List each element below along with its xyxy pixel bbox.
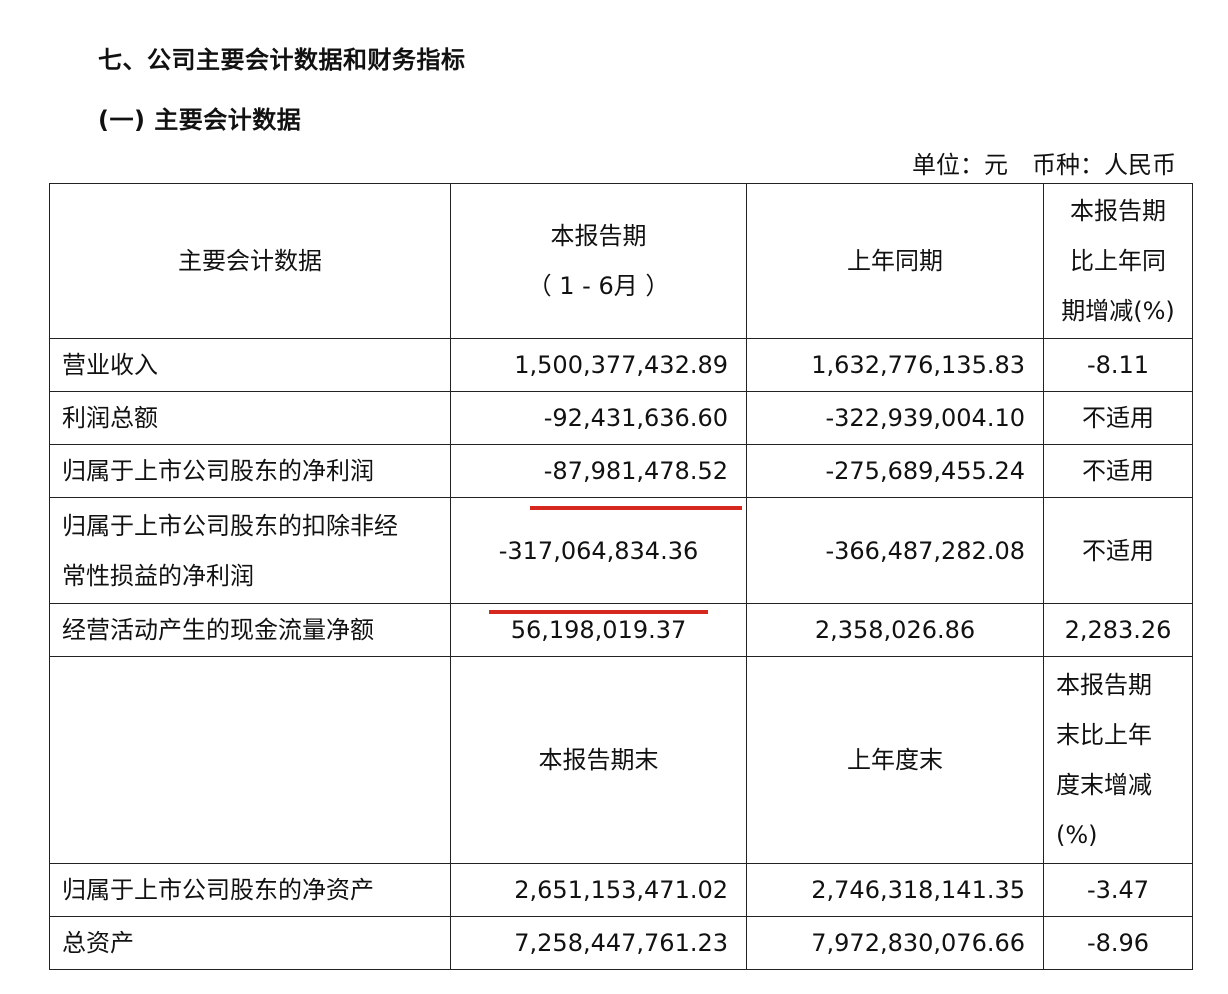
header-prior-year-end: 上年度末 — [746, 656, 1044, 864]
table-row: 营业收入 1,500,377,432.89 1,632,776,135.83 -… — [49, 338, 1193, 392]
row-label: 归属于上市公司股东的净利润 — [49, 444, 451, 498]
header-prior-period: 上年同期 — [746, 183, 1044, 339]
header-main-data: 主要会计数据 — [49, 183, 451, 339]
row-label: 归属于上市公司股东的净资产 — [49, 863, 451, 917]
table-header-row: 主要会计数据 本报告期 （ 1 - 6月 ） 上年同期 本报告期 比上年同 期增… — [49, 183, 1193, 339]
change-value: 2,283.26 — [1043, 603, 1193, 657]
table-row: 归属于上市公司股东的净资产 2,651,153,471.02 2,746,318… — [49, 863, 1193, 917]
prior-value: 2,746,318,141.35 — [746, 863, 1044, 917]
row-label: 利润总额 — [49, 391, 451, 445]
change-value: 不适用 — [1043, 444, 1193, 498]
prior-value: -275,689,455.24 — [746, 444, 1044, 498]
change-value: 不适用 — [1043, 391, 1193, 445]
header-change-pct: 本报告期 末比上年 度末增减 (%) — [1043, 656, 1193, 864]
current-value: 7,258,447,761.23 — [450, 916, 747, 970]
accounting-data-table: 主要会计数据 本报告期 （ 1 - 6月 ） 上年同期 本报告期 比上年同 期增… — [49, 183, 1193, 970]
prior-value: 7,972,830,076.66 — [746, 916, 1044, 970]
header-change-line3: 度末增减 — [1056, 771, 1152, 799]
table-row: 利润总额 -92,431,636.60 -322,939,004.10 不适用 — [49, 391, 1193, 445]
header-change-pct: 本报告期 比上年同 期增减(%) — [1043, 183, 1193, 339]
row-label-line1: 归属于上市公司股东的扣除非经 — [62, 511, 398, 540]
header-change-line4: (%) — [1056, 821, 1098, 849]
prior-value: -322,939,004.10 — [746, 391, 1044, 445]
row-label: 归属于上市公司股东的扣除非经 常性损益的净利润 — [49, 497, 451, 604]
change-value: -8.11 — [1043, 338, 1193, 392]
header-current-period-line1: 本报告期 — [550, 222, 647, 250]
current-value: 2,651,153,471.02 — [450, 863, 747, 917]
section-heading: 七、公司主要会计数据和财务指标 — [98, 46, 466, 74]
header-change-line1: 本报告期 — [1070, 197, 1166, 225]
table-row: 归属于上市公司股东的扣除非经 常性损益的净利润 -317,064,834.36 … — [49, 497, 1193, 614]
current-value: 1,500,377,432.89 — [450, 338, 747, 392]
header-change-line2: 比上年同 — [1070, 247, 1166, 275]
table-row: 总资产 7,258,447,761.23 7,972,830,076.66 -8… — [49, 916, 1193, 970]
prior-value: 1,632,776,135.83 — [746, 338, 1044, 392]
change-value: 不适用 — [1043, 497, 1193, 604]
table-row: 归属于上市公司股东的净利润 -87,981,478.52 -275,689,45… — [49, 444, 1193, 510]
header-current-period: 本报告期 （ 1 - 6月 ） — [450, 183, 747, 339]
prior-value: 2,358,026.86 — [746, 603, 1044, 657]
row-label: 经营活动产生的现金流量净额 — [49, 603, 451, 657]
current-value-highlighted: -87,981,478.52 — [450, 444, 747, 510]
header-current-period-line2: （ 1 - 6月 ） — [527, 272, 670, 300]
header-change-line1: 本报告期 — [1056, 671, 1152, 699]
row-label-line2: 常性损益的净利润 — [62, 561, 254, 590]
header-change-line2: 末比上年 — [1056, 721, 1152, 749]
row-label: 营业收入 — [49, 338, 451, 392]
current-value-highlighted: -317,064,834.36 — [450, 497, 747, 614]
prior-value: -366,487,282.08 — [746, 497, 1044, 604]
unit-note: 单位：元 币种：人民币 — [912, 151, 1176, 179]
change-value: -3.47 — [1043, 863, 1193, 917]
subsection-heading: (一) 主要会计数据 — [98, 106, 302, 134]
header-period-end: 本报告期末 — [450, 656, 747, 864]
header-blank — [49, 656, 451, 864]
change-value: -8.96 — [1043, 916, 1193, 970]
red-underline-mark: -317,064,834.36 — [488, 526, 708, 614]
table-header-row: 本报告期末 上年度末 本报告期 末比上年 度末增减 (%) — [49, 656, 1193, 864]
header-change-line3: 期增减(%) — [1061, 297, 1175, 325]
row-label: 总资产 — [49, 916, 451, 970]
red-underline-mark: -87,981,478.52 — [529, 446, 743, 510]
current-value: -92,431,636.60 — [450, 391, 747, 445]
